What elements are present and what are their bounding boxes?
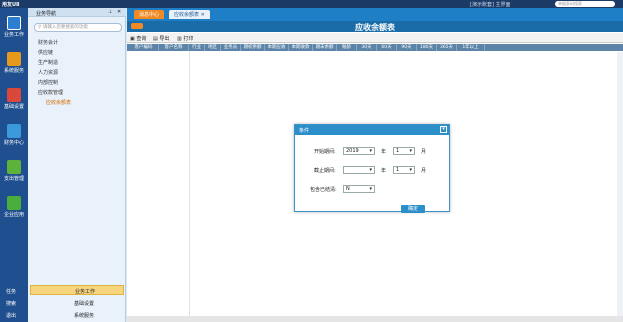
column-divider <box>189 51 190 316</box>
tree-item-3[interactable]: 人力资源 <box>38 69 58 76</box>
column-header[interactable]: 60天 <box>377 44 397 51</box>
query-button[interactable]: ▣ 查询 <box>130 35 146 42</box>
include-label: 包含已结清: <box>310 187 337 193</box>
nav-item-3[interactable]: 财务中心 <box>2 124 26 146</box>
close-icon[interactable]: ✕ <box>117 9 121 15</box>
year-unit: 年 <box>381 168 387 174</box>
toolbar: ▣ 查询 ▤ 导出 ▥ 打印 <box>127 33 623 43</box>
include-select[interactable]: N ▾ <box>343 185 375 193</box>
nav-item-1[interactable]: 系统服务 <box>2 52 26 74</box>
workspace-icon <box>7 16 21 30</box>
vertical-scrollbar[interactable] <box>617 52 623 316</box>
logo-icon <box>131 23 143 29</box>
column-header[interactable]: 1年以上 <box>457 44 485 51</box>
bottom-tab-2[interactable]: 系统服务 <box>74 312 94 319</box>
column-header[interactable]: 期初余额 <box>241 44 265 51</box>
bottom-tab-1[interactable]: 基础设置 <box>74 300 94 307</box>
tab-1[interactable]: 应收余额表 ✕ <box>169 10 210 19</box>
end-month-select[interactable]: 1 ▾ <box>393 166 415 174</box>
column-header[interactable]: 180天 <box>417 44 437 51</box>
tree-item-6[interactable]: 应收余额表 <box>46 99 71 106</box>
tree-header: 业务导航 ⊥ ✕ <box>28 8 126 17</box>
chevron-down-icon: ▾ <box>369 167 372 173</box>
start-month-select[interactable]: 1 ▾ <box>393 147 415 155</box>
horizontal-scrollbar[interactable] <box>127 316 623 322</box>
tree-item-4[interactable]: 内部控制 <box>38 79 58 86</box>
column-header[interactable]: 期末余额 <box>313 44 337 51</box>
start-label: 开始期间: <box>314 149 336 155</box>
condition-dialog: 条件 ▾ 开始期间: 2019 ▾ 年 1 ▾ 月 截止期间: ▾ 年 1 ▾ 月 包… <box>294 124 450 213</box>
end-label: 截止期间: <box>314 168 336 174</box>
column-header[interactable]: 本期应收 <box>265 44 289 51</box>
tree-item-2[interactable]: 生产制造 <box>38 59 58 66</box>
nav-item-2[interactable]: 基础设置 <box>2 88 26 110</box>
ok-button[interactable]: 确定 <box>401 205 425 213</box>
global-search-input[interactable]: 单据条码搜索 <box>555 1 615 7</box>
exit-button[interactable]: 退出 <box>6 312 16 319</box>
tab-0[interactable]: 消息中心 <box>134 10 165 19</box>
tree-item-1[interactable]: 供应链 <box>38 49 53 56</box>
tree-search-input[interactable]: ⚲ 请输入您要搜索的功能 <box>34 23 122 32</box>
nav-item-5[interactable]: 企业应用 <box>2 196 26 218</box>
title-bar: 用友U8 [演示账套] 主界面 单据条码搜索 <box>0 0 623 8</box>
year-unit: 年 <box>381 149 387 155</box>
bottom-tab-active[interactable]: 业务工作 <box>30 285 124 295</box>
month-unit: 月 <box>421 168 427 174</box>
window-info: [演示账套] 主界面 <box>470 2 511 8</box>
column-header[interactable]: 行业 <box>189 44 205 51</box>
expense-icon <box>7 160 21 174</box>
star-icon <box>7 52 21 66</box>
export-button[interactable]: ▤ 导出 <box>153 35 169 42</box>
dialog-header: 条件 ▾ <box>295 125 449 135</box>
column-header[interactable]: 365天 <box>437 44 457 51</box>
column-header[interactable]: 客户编码 <box>129 44 159 51</box>
report-title: 应收余额表 <box>355 23 395 32</box>
settings-icon <box>7 88 21 102</box>
column-header[interactable]: 30天 <box>357 44 377 51</box>
column-header[interactable]: 地区 <box>205 44 221 51</box>
print-button[interactable]: ▥ 打印 <box>177 35 193 42</box>
chevron-down-icon: ▾ <box>369 148 372 154</box>
chevron-down-icon: ▾ <box>369 186 372 192</box>
column-header[interactable]: 90天 <box>397 44 417 51</box>
tree-panel: 业务导航 ⊥ ✕ ⚲ 请输入您要搜索的功能 财务会计 供应链 生产制造 人力资源… <box>28 8 126 322</box>
search-icon: ⚲ <box>38 25 42 30</box>
month-unit: 月 <box>421 149 427 155</box>
dialog-close-icon[interactable]: ▾ <box>440 126 447 133</box>
apps-icon <box>7 196 21 210</box>
chevron-down-icon: ▾ <box>409 148 412 154</box>
tree-item-0[interactable]: 财务会计 <box>38 39 58 46</box>
column-header[interactable]: 业务员 <box>221 44 241 51</box>
column-header[interactable]: 客户名称 <box>159 44 189 51</box>
search-button[interactable]: 搜索 <box>6 300 16 307</box>
column-header[interactable]: 本期收款 <box>289 44 313 51</box>
app-title: 用友U8 <box>2 2 20 8</box>
end-year-select[interactable]: ▾ <box>343 166 375 174</box>
nav-item-0[interactable]: 业务工作 <box>2 16 26 38</box>
tab-close-icon[interactable]: ✕ <box>201 12 205 18</box>
nav-item-4[interactable]: 支出管理 <box>2 160 26 182</box>
task-button[interactable]: 任务 <box>6 288 16 295</box>
chevron-down-icon: ▾ <box>409 167 412 173</box>
tree-item-5[interactable]: 应收款管理 <box>38 89 63 96</box>
start-year-select[interactable]: 2019 ▾ <box>343 147 375 155</box>
column-header[interactable]: 账龄 <box>337 44 357 51</box>
left-nav: 业务工作 系统服务 基础设置 财务中心 支出管理 企业应用 任务 搜索 退出 <box>0 8 28 322</box>
pin-icon[interactable]: ⊥ <box>108 9 112 15</box>
report-header: 应收余额表 <box>127 21 623 32</box>
finance-icon <box>7 124 21 138</box>
